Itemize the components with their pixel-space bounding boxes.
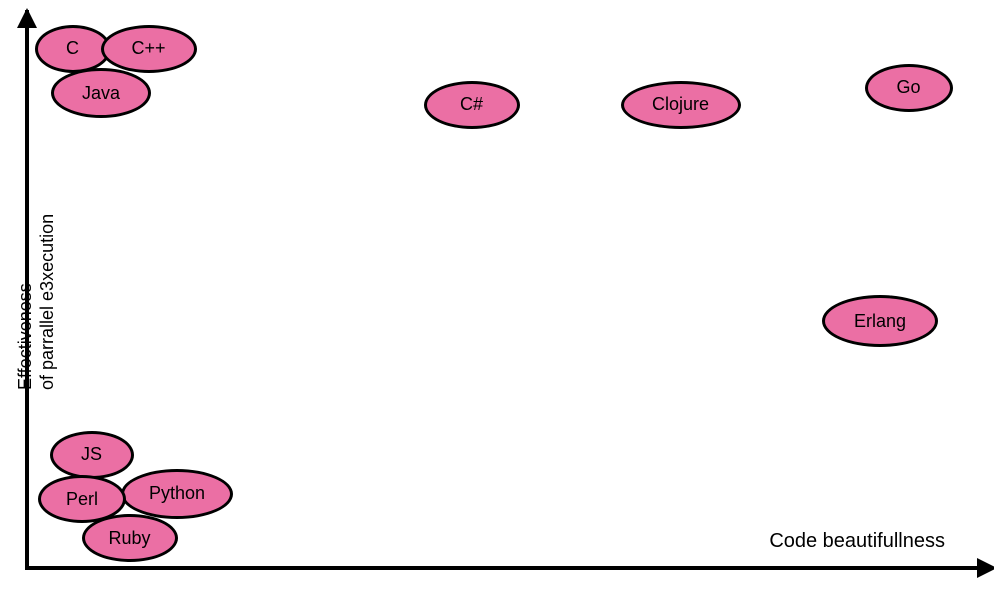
bubble-label: Erlang (854, 311, 906, 332)
bubble-c: C++ (101, 25, 197, 73)
x-axis-arrow-icon (977, 558, 994, 578)
bubble-clojure: Clojure (621, 81, 741, 129)
bubble-label: Clojure (652, 94, 709, 115)
y-axis-arrow-icon (17, 8, 37, 28)
bubble-label: Ruby (108, 528, 150, 549)
bubble-label: Java (82, 83, 120, 104)
bubble-label: Perl (66, 489, 98, 510)
bubble-label: C++ (131, 38, 165, 59)
x-axis-label: Code beautifullness (769, 530, 945, 553)
scatter-chart: Effectiveness of parrallel e3xecution Co… (25, 10, 985, 590)
bubble-label: Go (896, 77, 920, 98)
y-axis-label: Effectiveness of parrallel e3xecution (15, 214, 58, 390)
x-axis-line (25, 566, 985, 570)
bubble-label: Python (149, 483, 205, 504)
bubble-label: JS (81, 444, 102, 465)
bubble-python: Python (121, 469, 233, 519)
bubble-label: C (66, 38, 79, 59)
bubble-c: C (35, 25, 111, 73)
bubble-js: JS (50, 431, 134, 479)
bubble-c: C# (424, 81, 520, 129)
bubble-ruby: Ruby (82, 514, 178, 562)
bubble-go: Go (865, 64, 953, 112)
bubble-erlang: Erlang (822, 295, 938, 347)
bubble-java: Java (51, 68, 151, 118)
y-axis-label-line2: of parrallel e3xecution (37, 214, 59, 390)
y-axis-label-line1: Effectiveness (15, 214, 37, 390)
bubble-label: C# (460, 94, 483, 115)
